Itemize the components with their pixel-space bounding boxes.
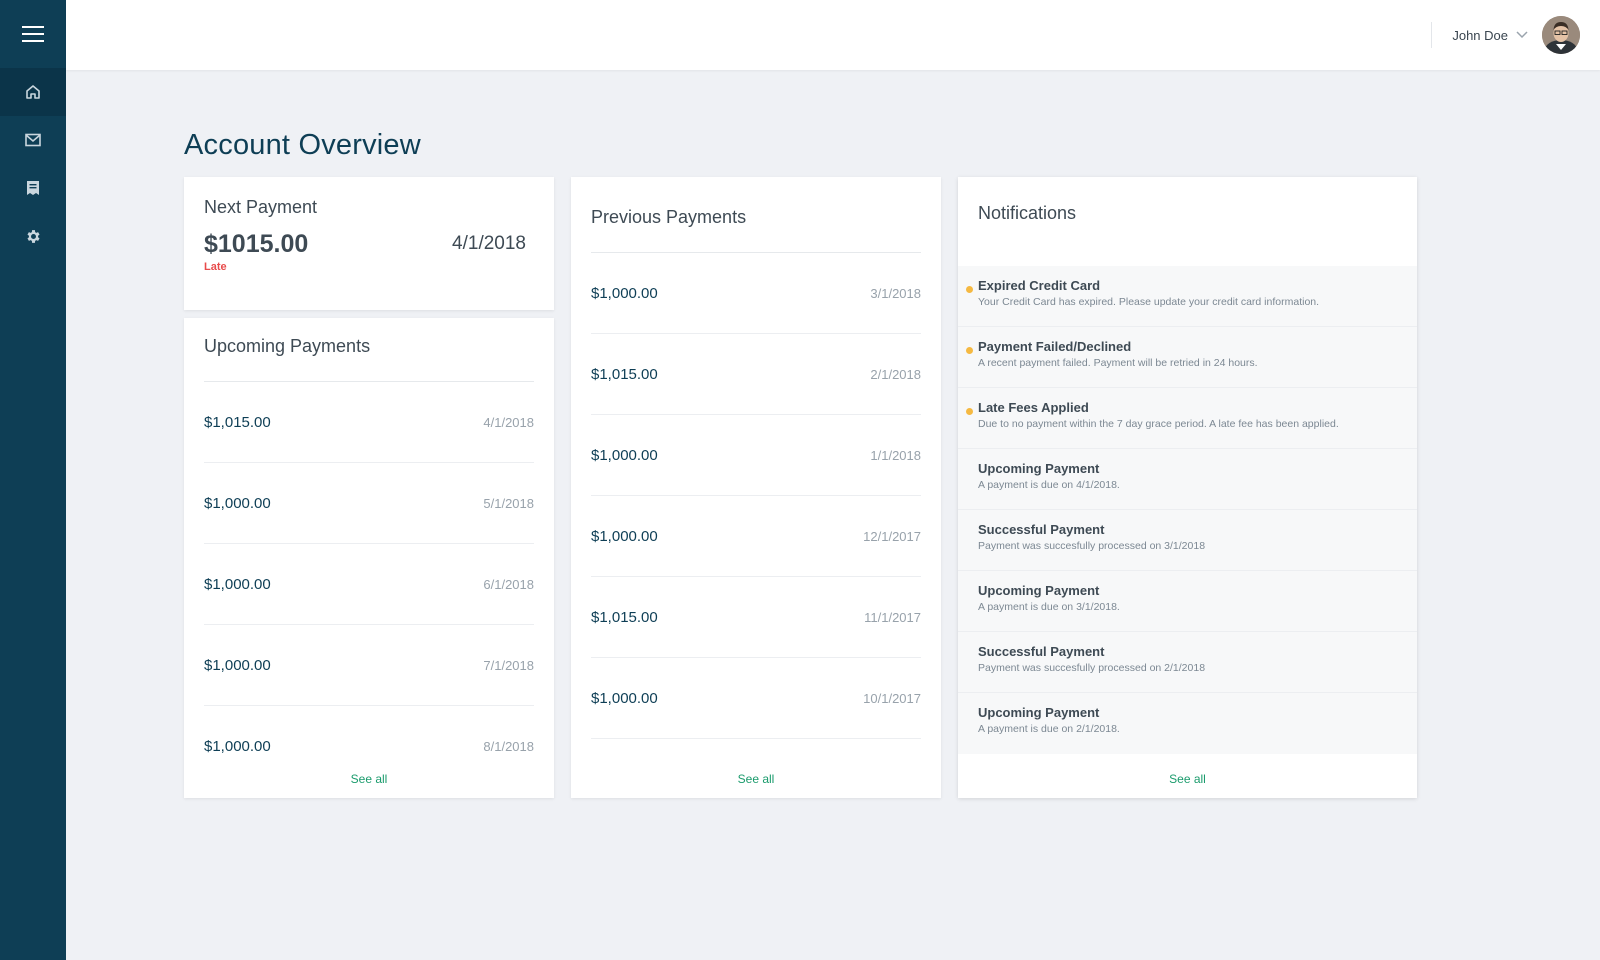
avatar[interactable] (1542, 16, 1580, 54)
notification-item[interactable]: Successful Payment Payment was succesful… (958, 510, 1417, 571)
notification-description: Due to no payment within the 7 day grace… (978, 418, 1339, 430)
page-title: Account Overview (184, 129, 421, 161)
user-menu: John Doe (1431, 0, 1580, 70)
payment-amount: $1,000.00 (591, 689, 658, 707)
payment-date: 12/1/2017 (863, 528, 921, 544)
notification-item[interactable]: Upcoming Payment A payment is due on 3/1… (958, 571, 1417, 632)
sidebar (0, 0, 66, 960)
payment-row[interactable]: $1,000.00 3/1/2018 (591, 253, 921, 334)
hamburger-icon (22, 26, 44, 42)
payment-row[interactable]: $1,015.00 2/1/2018 (591, 334, 921, 415)
payment-row[interactable]: $1,000.00 6/1/2018 (204, 544, 534, 625)
payment-date: 6/1/2018 (483, 576, 534, 592)
see-all-previous-link[interactable]: See all (571, 772, 941, 786)
payment-amount: $1,000.00 (204, 494, 271, 512)
card-title: Upcoming Payments (204, 336, 371, 356)
upcoming-payments-card: Upcoming Payments $1,015.00 4/1/2018 $1,… (184, 318, 554, 798)
payment-date: 2/1/2018 (870, 366, 921, 382)
user-name[interactable]: John Doe (1452, 28, 1508, 43)
sidebar-item-billing[interactable] (0, 164, 66, 212)
payment-amount: $1,000.00 (204, 738, 271, 755)
notification-title: Payment Failed/Declined (978, 339, 1132, 354)
notification-description: A payment is due on 2/1/2018. (978, 723, 1120, 735)
payment-amount: $1,015.00 (204, 413, 271, 431)
card-title: Previous Payments (591, 207, 747, 227)
sidebar-item-home[interactable] (0, 68, 66, 116)
payment-date: 11/1/2017 (864, 609, 921, 625)
card-title: Notifications (978, 203, 1077, 223)
upcoming-payments-list: $1,015.00 4/1/2018 $1,000.00 5/1/2018 $1… (204, 381, 534, 787)
chevron-down-icon[interactable] (1516, 31, 1528, 39)
see-all-upcoming-link[interactable]: See all (184, 772, 554, 786)
payment-date: 7/1/2018 (483, 657, 534, 673)
notifications-card: Notifications Expired Credit Card Your C… (958, 177, 1417, 798)
next-payment-amount: $1015.00 (204, 230, 309, 258)
notification-description: Payment was succesfully processed on 3/1… (978, 540, 1206, 552)
see-all-notifications-link[interactable]: See all (958, 772, 1417, 786)
payment-date: 10/1/2017 (863, 690, 921, 706)
notification-description: A payment is due on 3/1/2018. (978, 601, 1120, 613)
payment-row[interactable]: $1,015.00 11/1/2017 (591, 577, 921, 658)
home-icon (26, 85, 40, 99)
notification-title: Upcoming Payment (978, 705, 1100, 720)
payment-amount: $1,000.00 (591, 527, 658, 545)
payment-amount: $1,000.00 (204, 656, 271, 674)
payment-amount: $1,000.00 (204, 575, 271, 593)
unread-dot-icon (966, 408, 973, 415)
notification-item[interactable]: Upcoming Payment A payment is due on 2/1… (958, 693, 1417, 754)
payment-amount: $1,000.00 (591, 284, 658, 302)
notification-item[interactable]: Upcoming Payment A payment is due on 4/1… (958, 449, 1417, 510)
payment-amount: $1,000.00 (591, 446, 658, 464)
payment-date: 4/1/2018 (483, 414, 534, 430)
payment-row[interactable]: $1,000.00 12/1/2017 (591, 496, 921, 577)
payment-amount: $1,015.00 (591, 365, 658, 383)
previous-payments-card: Previous Payments $1,000.00 3/1/2018 $1,… (571, 177, 941, 798)
top-bar: John Doe (66, 0, 1600, 70)
payment-date: 1/1/2018 (870, 447, 921, 463)
next-payment-date: 4/1/2018 (452, 233, 526, 254)
payment-date: 3/1/2018 (870, 285, 921, 301)
payment-row[interactable]: $1,015.00 4/1/2018 (204, 382, 534, 463)
notification-title: Expired Credit Card (978, 278, 1101, 293)
unread-dot-icon (966, 347, 973, 354)
sidebar-item-messages[interactable] (0, 116, 66, 164)
payment-row[interactable]: $1,000.00 10/1/2017 (591, 658, 921, 739)
unread-dot-icon (966, 286, 973, 293)
notification-title: Upcoming Payment (978, 461, 1100, 476)
payment-date: 5/1/2018 (483, 495, 534, 511)
notification-title: Successful Payment (978, 522, 1105, 537)
next-payment-card: Next Payment $1015.00 4/1/2018 Late (184, 177, 554, 310)
card-title: Next Payment (204, 197, 318, 217)
notification-item[interactable]: Payment Failed/Declined A recent payment… (958, 327, 1417, 388)
sidebar-item-settings[interactable] (0, 212, 66, 260)
notification-item[interactable]: Expired Credit Card Your Credit Card has… (958, 266, 1417, 327)
notification-title: Upcoming Payment (978, 583, 1100, 598)
payment-amount: $1,015.00 (591, 608, 658, 626)
notification-description: A payment is due on 4/1/2018. (978, 479, 1120, 491)
notification-description: A recent payment failed. Payment will be… (978, 357, 1258, 369)
receipt-icon (27, 181, 39, 195)
notification-title: Late Fees Applied (978, 400, 1089, 415)
payment-date: 8/1/2018 (483, 739, 534, 754)
menu-button[interactable] (0, 0, 66, 68)
notification-description: Payment was succesfully processed on 2/1… (978, 662, 1206, 674)
payment-row[interactable]: $1,000.00 7/1/2018 (204, 625, 534, 706)
notification-title: Successful Payment (978, 644, 1105, 659)
notification-description: Your Credit Card has expired. Please upd… (978, 296, 1320, 308)
mail-icon (25, 133, 41, 147)
late-status-label: Late (204, 261, 227, 273)
divider (1431, 22, 1433, 48)
previous-payments-list: $1,000.00 3/1/2018 $1,015.00 2/1/2018 $1… (591, 252, 921, 739)
avatar-icon (1542, 16, 1580, 54)
notification-item[interactable]: Successful Payment Payment was succesful… (958, 632, 1417, 693)
payment-row[interactable]: $1,000.00 5/1/2018 (204, 463, 534, 544)
gear-icon (26, 229, 40, 243)
notification-item[interactable]: Late Fees Applied Due to no payment with… (958, 388, 1417, 449)
notifications-list: Expired Credit Card Your Credit Card has… (958, 266, 1417, 754)
payment-row[interactable]: $1,000.00 1/1/2018 (591, 415, 921, 496)
